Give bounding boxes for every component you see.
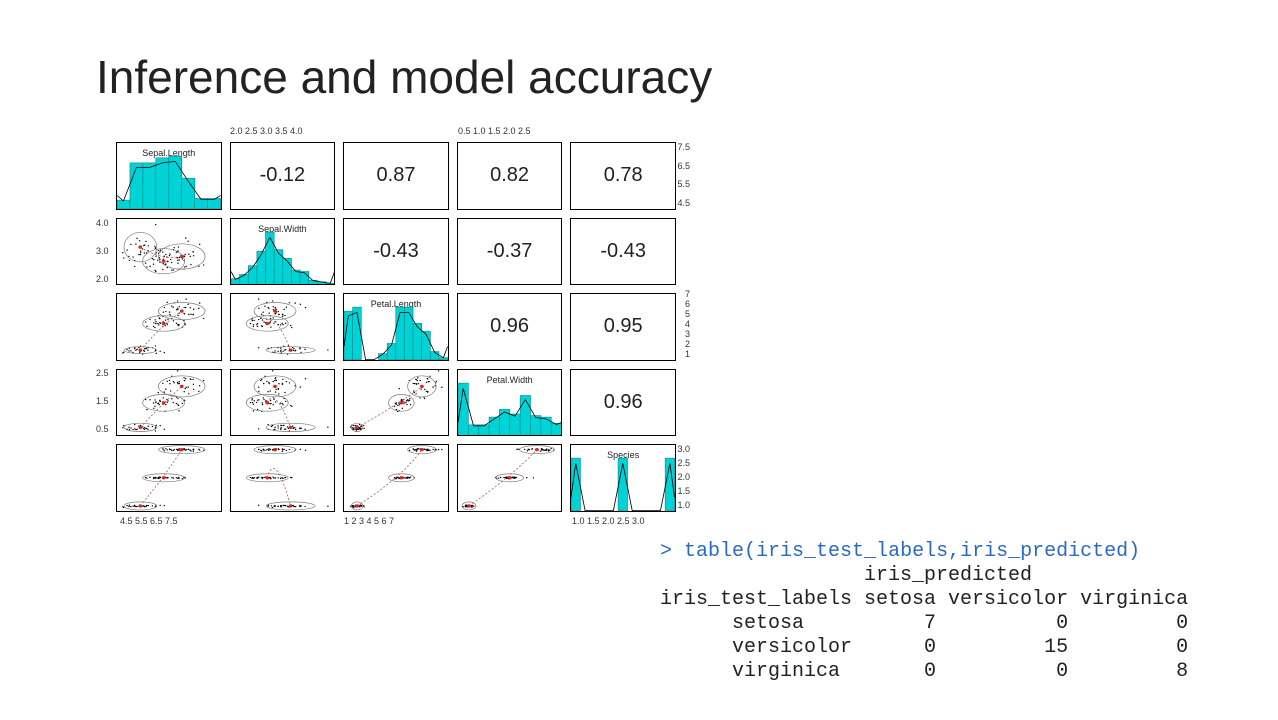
axis-ticks-bot-col1: 4.5 5.5 6.5 7.5 [120, 516, 224, 526]
axis-ticks-right-row3: 1234567 [685, 293, 690, 359]
scatter-pw-sl [116, 369, 222, 437]
scatter-matrix-plot: 2.0 2.5 3.0 3.5 4.0 0.5 1.0 1.5 2.0 2.5 … [96, 128, 696, 528]
scatter-pl-sw [230, 293, 336, 361]
scatter-sp-pl [343, 444, 449, 512]
cell-diag-petal-length: Petal.Length [343, 293, 449, 361]
corr-sl-sw: -0.12 [230, 142, 336, 210]
axis-ticks-bot-col5: 1.0 1.5 2.0 2.5 3.0 [572, 516, 676, 526]
cell-diag-sepal-width: Sepal.Width [230, 218, 336, 286]
scatter-pw-sw [230, 369, 336, 437]
slide-title: Inference and model accuracy [96, 50, 712, 104]
hist-sepal-length [117, 143, 221, 209]
corr-sl-sp: 0.78 [570, 142, 676, 210]
corr-sw-pw: -0.37 [457, 218, 563, 286]
console-command: table(iris_test_labels,iris_predicted) [684, 540, 1140, 563]
console-prompt: > [660, 540, 672, 563]
axis-ticks-right-row5: 1.01.52.02.53.0 [677, 444, 690, 510]
axis-ticks-bot-col3: 1 2 3 4 5 6 7 [344, 516, 450, 526]
presentation-slide: Inference and model accuracy 2.0 2.5 3.0… [0, 0, 1278, 720]
scatter-sw-sl [116, 218, 222, 286]
corr-pl-pw: 0.96 [457, 293, 563, 361]
corr-sw-sp: -0.43 [570, 218, 676, 286]
r-console-output: > table(iris_test_labels,iris_predicted)… [660, 540, 1188, 684]
cell-diag-species: Species [570, 444, 676, 512]
axis-ticks-left-row2: 2.03.04.0 [96, 218, 109, 284]
axis-ticks-left-row4: 0.51.52.5 [96, 368, 109, 434]
corr-pl-sp: 0.95 [570, 293, 676, 361]
axis-ticks-top-col4: 0.5 1.0 1.5 2.0 2.5 [458, 126, 564, 136]
corr-sl-pl: 0.87 [343, 142, 449, 210]
scatter-sp-sl [116, 444, 222, 512]
splom-grid: Sepal.Length -0.12 0.87 0.82 0.78 Sepal.… [116, 142, 676, 512]
corr-pw-sp: 0.96 [570, 369, 676, 437]
axis-ticks-top-col2: 2.0 2.5 3.0 3.5 4.0 [230, 126, 336, 136]
cell-diag-sepal-length: Sepal.Length [116, 142, 222, 210]
scatter-sp-pw [457, 444, 563, 512]
corr-sw-pl: -0.43 [343, 218, 449, 286]
cell-diag-petal-width: Petal.Width [457, 369, 563, 437]
scatter-sp-sw [230, 444, 336, 512]
corr-sl-pw: 0.82 [457, 142, 563, 210]
scatter-pl-sl [116, 293, 222, 361]
scatter-pw-pl [343, 369, 449, 437]
axis-ticks-right-row1: 4.55.56.57.5 [677, 142, 690, 208]
